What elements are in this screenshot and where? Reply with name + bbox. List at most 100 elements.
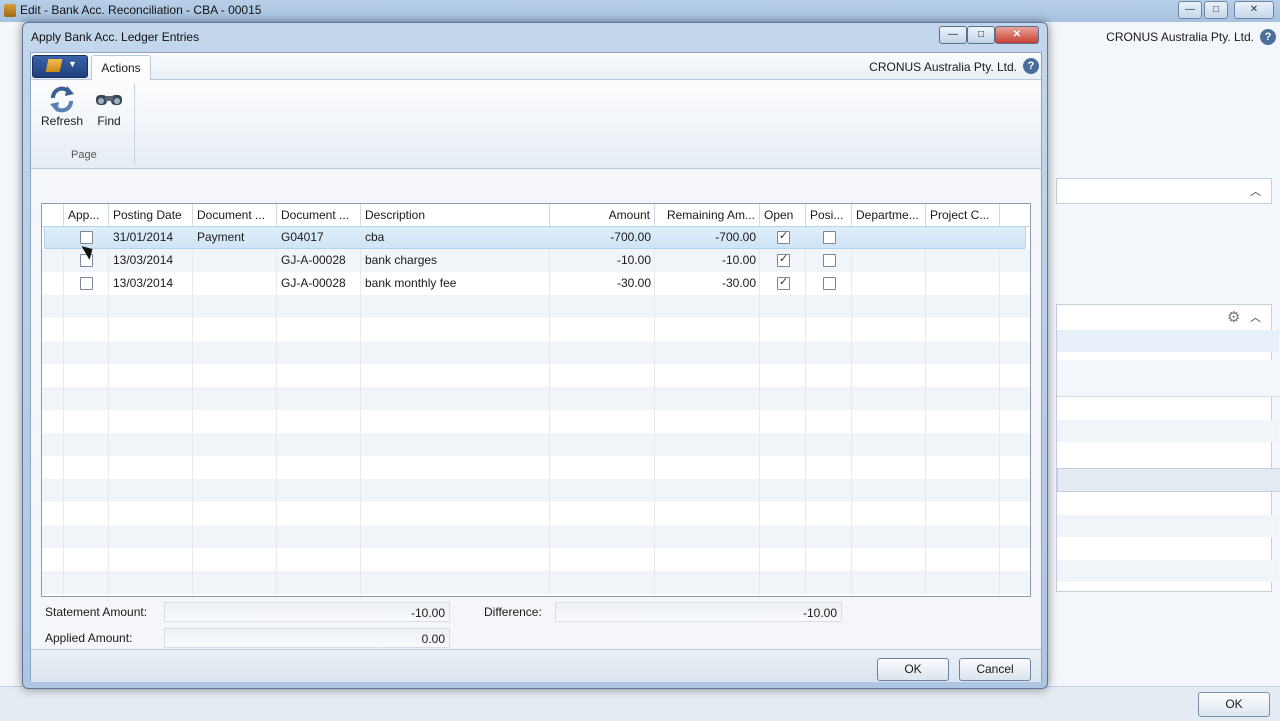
ok-button[interactable]: OK (877, 658, 949, 681)
cell-amount[interactable]: -700.00 (550, 226, 655, 249)
cell-document-no[interactable]: GJ-A-00028 (277, 249, 361, 272)
dialog-close-button[interactable]: ✕ (995, 26, 1039, 44)
column-header-project[interactable]: Project C... (926, 204, 1000, 226)
positive-checkbox[interactable] (823, 231, 836, 244)
dialog-minimize-button[interactable]: — (939, 26, 967, 44)
background-footer (0, 686, 1280, 721)
cell-remaining-amount[interactable]: -30.00 (655, 272, 760, 295)
open-checkbox[interactable] (777, 229, 790, 244)
background-window-titlebar: Edit - Bank Acc. Reconciliation - CBA - … (0, 0, 1280, 23)
applied-amount-field: 0.00 (164, 628, 450, 648)
application-menu-button[interactable]: ▼ (32, 55, 88, 78)
cell-amount[interactable]: -10.00 (550, 249, 655, 272)
row-stripe (42, 525, 1030, 548)
difference-field: -10.00 (555, 602, 842, 622)
row-stripe (42, 295, 1030, 318)
table-row[interactable]: 31/01/2014 Payment G04017 cba -700.00 -7… (42, 226, 1030, 249)
ledger-entries-table: App... Posting Date Document ... Documen… (41, 203, 1031, 597)
row-selector-header (42, 204, 64, 226)
background-panel-header (1056, 178, 1272, 204)
cancel-button[interactable]: Cancel (959, 658, 1031, 681)
statement-amount-label: Statement Amount: (45, 605, 148, 619)
column-header-posting-date[interactable]: Posting Date (109, 204, 193, 226)
background-help-icon[interactable]: ? (1260, 29, 1276, 45)
ribbon-tab-bar: ▼ Actions CRONUS Australia Pty. Ltd. ? (31, 53, 1041, 80)
cell-posting-date[interactable]: 31/01/2014 (109, 226, 193, 249)
dialog-maximize-button[interactable]: □ (967, 26, 995, 44)
cell-posting-date[interactable]: 13/03/2014 (109, 272, 193, 295)
cell-document-type[interactable] (193, 272, 277, 295)
column-header-remaining-amount[interactable]: Remaining Am... (655, 204, 760, 226)
collapse-chevron-icon-2[interactable]: ︿ (1250, 309, 1261, 325)
dialog-footer: OK Cancel (31, 649, 1041, 682)
cell-description[interactable]: bank charges (361, 249, 550, 272)
refresh-button[interactable]: Refresh (35, 84, 89, 134)
help-icon[interactable]: ? (1023, 58, 1039, 74)
statement-amount-field: -10.00 (164, 602, 450, 622)
background-company-name: CRONUS Australia Pty. Ltd. (1106, 30, 1254, 44)
table-row[interactable]: 13/03/2014 GJ-A-00028 bank charges -10.0… (42, 249, 1030, 272)
dialog-title: Apply Bank Acc. Ledger Entries (31, 30, 200, 44)
cell-description[interactable]: cba (361, 226, 550, 249)
background-row (1057, 468, 1280, 492)
column-header-applies-to[interactable]: App... (64, 204, 109, 226)
cell-document-type[interactable] (193, 249, 277, 272)
row-stripe (42, 479, 1030, 502)
find-label: Find (97, 114, 121, 128)
positive-checkbox[interactable] (823, 254, 836, 267)
dropdown-arrow-icon: ▼ (68, 59, 77, 69)
cell-document-no[interactable]: G04017 (277, 226, 361, 249)
applied-amount-label: Applied Amount: (45, 631, 133, 645)
table-header: App... Posting Date Document ... Documen… (42, 204, 1030, 227)
refresh-label: Refresh (40, 114, 84, 128)
row-stripe (42, 341, 1030, 364)
cell-document-no[interactable]: GJ-A-00028 (277, 272, 361, 295)
find-button[interactable]: Find (89, 84, 129, 134)
column-header-positive[interactable]: Posi... (806, 204, 852, 226)
tab-actions[interactable]: Actions (91, 55, 151, 80)
dialog-content: ▼ Actions CRONUS Australia Pty. Ltd. ? R… (30, 52, 1042, 682)
ribbon-group-page-label: Page (71, 149, 97, 161)
apply-ledger-entries-dialog: Apply Bank Acc. Ledger Entries — □ ✕ ▼ A… (22, 22, 1048, 689)
column-header-document-type[interactable]: Document ... (193, 204, 277, 226)
background-maximize-button[interactable]: □ (1204, 1, 1228, 19)
company-name: CRONUS Australia Pty. Ltd. (869, 60, 1017, 74)
column-header-department[interactable]: Departme... (852, 204, 926, 226)
open-checkbox[interactable] (777, 275, 790, 290)
difference-label: Difference: (484, 605, 542, 619)
row-stripe (42, 433, 1030, 456)
dynamics-logo-icon (45, 59, 63, 72)
background-window-title: Edit - Bank Acc. Reconciliation - CBA - … (20, 3, 262, 17)
app-icon (4, 4, 16, 17)
background-ok-button[interactable]: OK (1198, 692, 1270, 717)
background-close-button[interactable]: ✕ (1234, 1, 1274, 19)
background-row (1057, 515, 1279, 537)
column-header-open[interactable]: Open (760, 204, 806, 226)
background-row (1057, 360, 1279, 397)
column-header-document-no[interactable]: Document ... (277, 204, 361, 226)
row-stripe (42, 387, 1030, 410)
gear-icon[interactable]: ⚙ (1227, 308, 1240, 326)
background-row (1057, 420, 1279, 442)
open-checkbox[interactable] (777, 252, 790, 267)
table-row[interactable]: 13/03/2014 GJ-A-00028 bank monthly fee -… (42, 272, 1030, 295)
column-header-amount[interactable]: Amount (550, 204, 655, 226)
column-header-description[interactable]: Description (361, 204, 550, 226)
positive-checkbox[interactable] (823, 277, 836, 290)
background-minimize-button[interactable]: — (1178, 1, 1202, 19)
cell-amount[interactable]: -30.00 (550, 272, 655, 295)
cell-remaining-amount[interactable]: -700.00 (655, 226, 760, 249)
cell-posting-date[interactable]: 13/03/2014 (109, 249, 193, 272)
refresh-icon (35, 84, 89, 114)
cell-remaining-amount[interactable]: -10.00 (655, 249, 760, 272)
ribbon-separator (134, 83, 135, 165)
applies-to-checkbox[interactable] (80, 277, 93, 290)
binoculars-icon (89, 84, 129, 114)
background-row (1057, 560, 1279, 582)
cell-document-type[interactable]: Payment (193, 226, 277, 249)
row-stripe (42, 571, 1030, 594)
collapse-chevron-icon[interactable]: ︿ (1250, 183, 1261, 199)
cell-description[interactable]: bank monthly fee (361, 272, 550, 295)
background-row (1057, 330, 1279, 352)
ribbon: Refresh Find Page (31, 80, 1041, 169)
